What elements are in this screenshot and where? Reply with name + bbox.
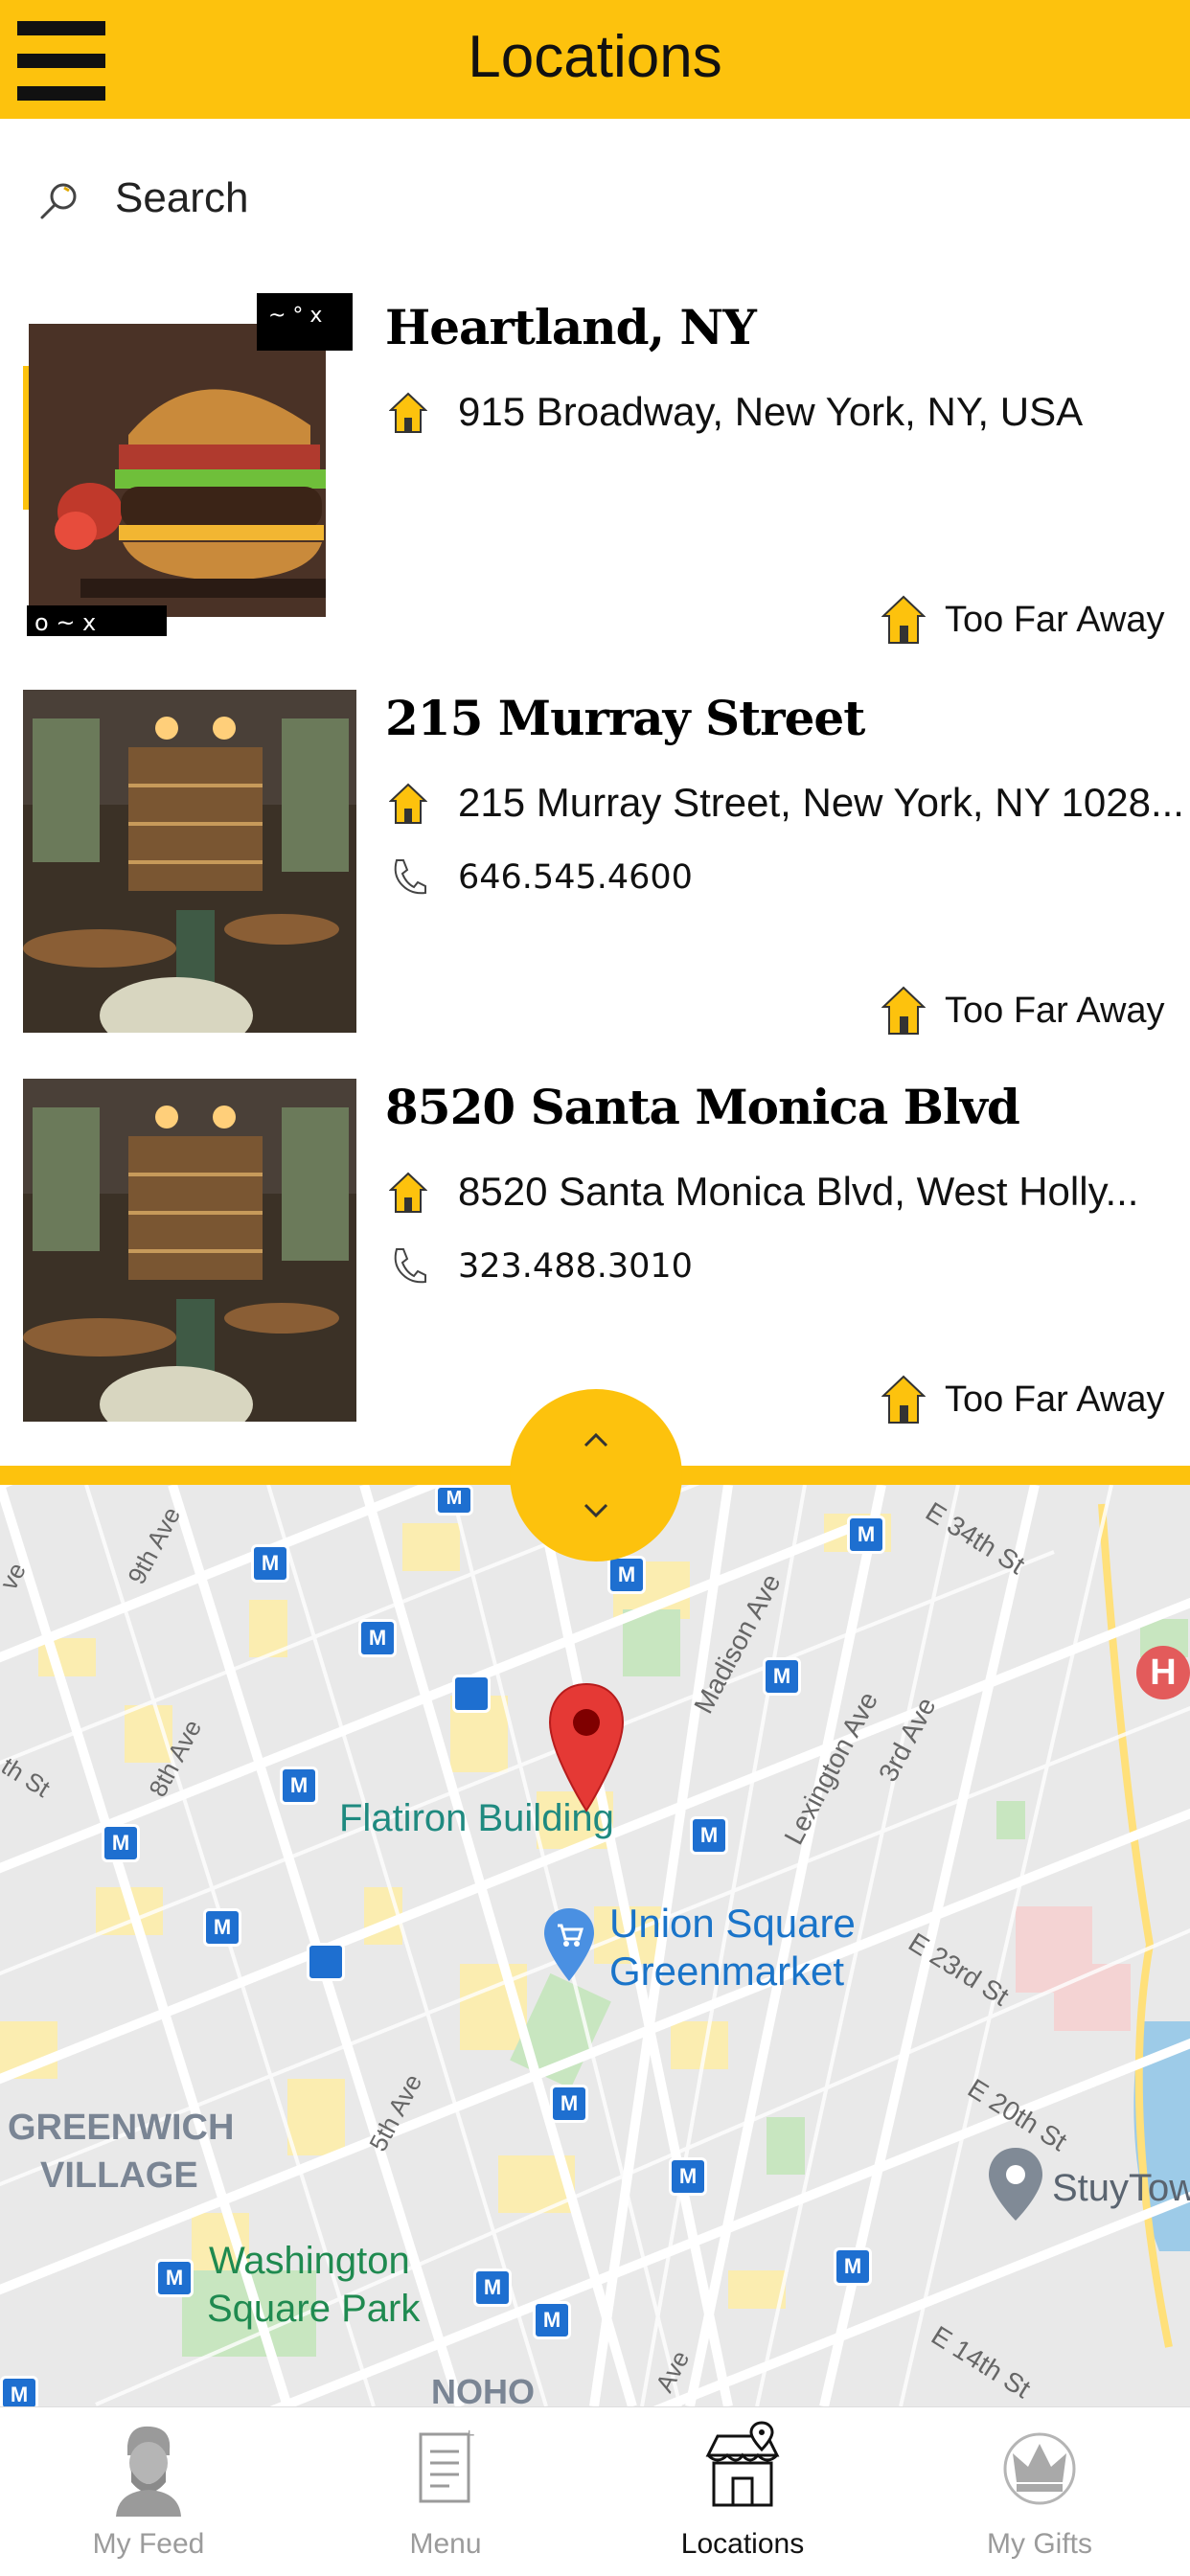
bottom-tab-bar: My Feed + Menu Locations My Gifts [0,2406,1190,2576]
tab-label: Locations [680,2528,805,2560]
avatar-icon [116,2426,181,2517]
neighborhood-label: NOHO [431,2372,535,2406]
distance-status[interactable]: Too Far Away [881,1374,1169,1427]
home-icon [389,783,427,824]
home-icon [389,1172,427,1213]
distance-status[interactable]: Too Far Away [881,985,1169,1038]
subway-icon[interactable]: M [607,1556,646,1594]
location-card[interactable]: 215 Murray Street 215 Murray Street, New… [0,671,1190,1060]
subway-icon[interactable]: M [358,1619,397,1657]
tab-label: My Gifts [987,2528,1092,2560]
location-phone[interactable]: 646.545.4600 [458,858,693,897]
tab-my-gifts[interactable]: My Gifts [891,2407,1188,2576]
crown-icon [1003,2432,1076,2505]
svg-text:+: + [463,2426,475,2444]
map-view[interactable]: M M M M M M M M M M M M M M M M M 9th Av… [0,1485,1190,2406]
place-label-greenmarket[interactable]: Greenmarket [609,1949,844,1995]
hospital-icon[interactable]: H [1136,1646,1190,1699]
status-label: Too Far Away [945,991,1165,1031]
chevron-up-icon [584,1432,608,1448]
phone-icon [394,1248,426,1284]
menu-document-icon: + [419,2426,475,2503]
svg-text:o ~ x: o ~ x [34,609,96,636]
place-label-union-square[interactable]: Union Square [609,1901,856,1947]
home-icon [389,392,427,433]
tab-locations[interactable]: Locations [594,2407,891,2576]
location-phone[interactable]: 323.488.3010 [458,1247,693,1286]
subway-icon[interactable]: M [473,2268,512,2307]
subway-icon[interactable]: M [847,1516,885,1554]
subway-icon[interactable]: M [203,1908,241,1947]
tab-menu[interactable]: + Menu [297,2407,594,2576]
neighborhood-label: GREENWICH [8,2108,235,2148]
search-icon [40,183,77,219]
subway-icon[interactable]: M [834,2247,872,2286]
tab-my-feed[interactable]: My Feed [0,2407,297,2576]
location-thumbnail [23,690,356,1033]
page-title: Locations [468,24,722,90]
location-name: Heartland, NY [385,299,757,355]
status-label: Too Far Away [945,600,1165,640]
expand-collapse-toggle-button[interactable] [510,1389,682,1562]
location-name: 8520 Santa Monica Blvd [385,1079,1020,1135]
distance-status[interactable]: Too Far Away [881,594,1169,648]
place-label-stuytown[interactable]: StuyTow [1052,2167,1190,2210]
svg-text:~ ° x: ~ ° x [268,304,322,328]
location-name: 215 Murray Street [385,690,865,746]
subway-icon[interactable]: M [102,1824,140,1862]
status-label: Too Far Away [945,1379,1165,1420]
place-label-square-park[interactable]: Square Park [207,2288,420,2331]
app-header: Locations [0,0,1190,119]
subway-icon[interactable]: M [0,2376,38,2406]
location-address: 915 Broadway, New York, NY, USA [458,389,1084,434]
subway-icon[interactable]: M [435,1485,473,1516]
subway-icon[interactable]: M [763,1657,801,1696]
search-input[interactable] [115,174,977,222]
search-bar[interactable] [0,119,1190,280]
place-label-washington-square[interactable]: Washington [209,2240,410,2283]
subway-icon[interactable]: M [669,2157,707,2196]
home-icon [881,986,926,1035]
tab-label: My Feed [92,2528,205,2560]
subway-icon[interactable]: M [550,2085,588,2123]
subway-icon[interactable]: M [280,1767,318,1805]
home-icon [881,595,926,644]
location-address: 215 Murray Street, New York, NY 1028... [458,780,1184,825]
home-icon [881,1375,926,1424]
subway-icon[interactable]: M [533,2301,571,2339]
location-address: 8520 Santa Monica Blvd, West Holly... [458,1169,1139,1214]
store-location-icon [705,2421,780,2507]
location-thumbnail: ~ ° x o ~ x [23,291,358,636]
subway-icon[interactable]: M [155,2259,194,2297]
location-card[interactable]: ~ ° x o ~ x Heartland, NY 915 Broadway, … [0,280,1190,669]
chevron-down-icon [584,1503,608,1518]
bus-icon[interactable] [452,1675,491,1713]
shopping-pin-icon[interactable] [540,1906,598,1983]
location-thumbnail [23,1079,356,1422]
subway-icon[interactable]: M [251,1544,289,1583]
subway-icon[interactable]: M [690,1816,728,1855]
location-pin-icon[interactable] [544,1680,629,1814]
bus-icon[interactable] [307,1943,345,1981]
place-pin-icon[interactable] [985,2146,1046,2223]
phone-icon [394,859,426,895]
neighborhood-label: VILLAGE [40,2155,198,2196]
tab-label: Menu [409,2528,482,2560]
